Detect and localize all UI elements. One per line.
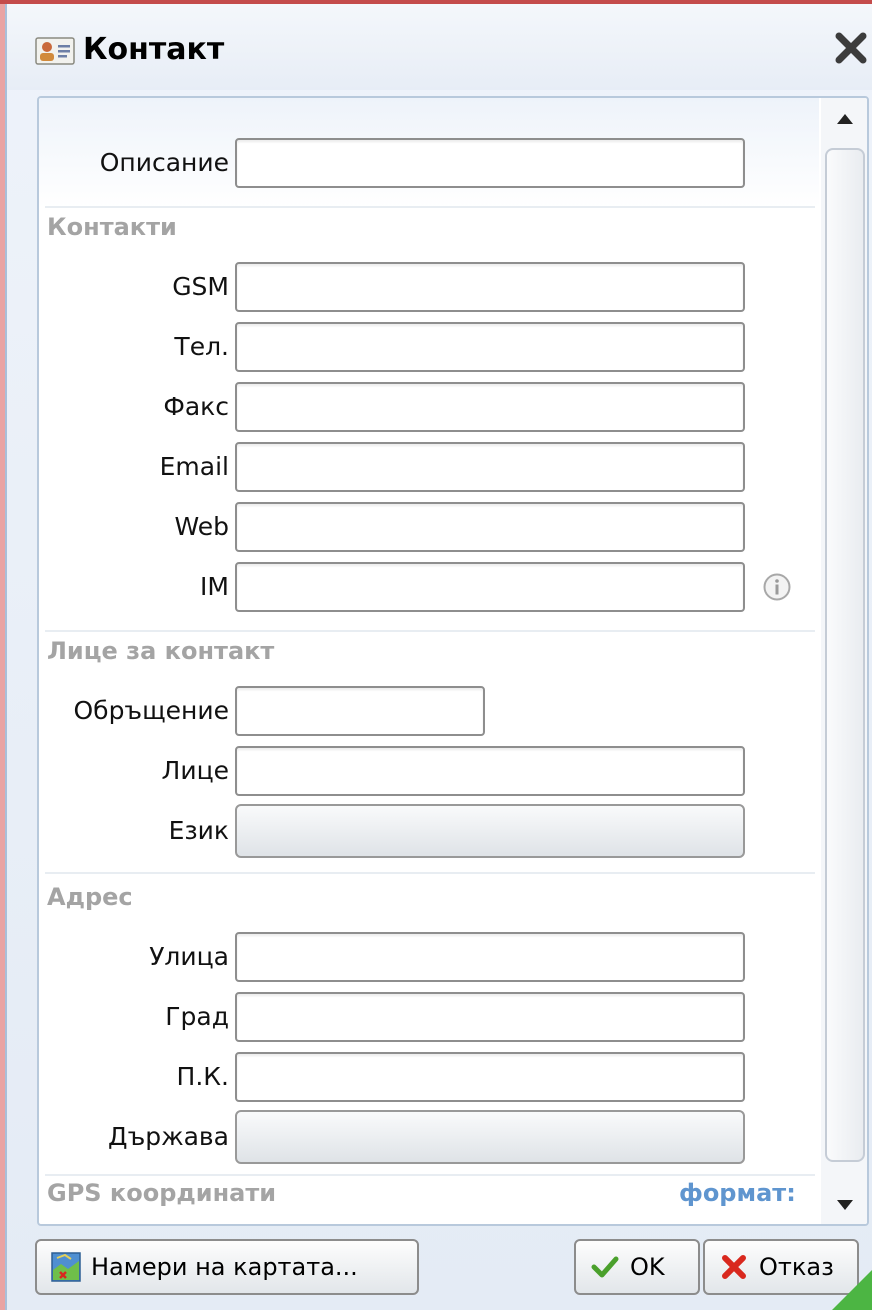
person-input[interactable] [235,746,745,796]
language-select[interactable] [235,804,745,858]
address-section-title: Адрес [47,883,133,911]
gps-section-title: GPS координати [47,1179,277,1207]
contacts-section-title: Контакти [47,213,177,241]
web-label: Web [174,512,229,541]
salutation-label: Обръщение [73,696,229,725]
resize-corner[interactable] [832,1270,872,1310]
city-input[interactable] [235,992,745,1042]
gsm-label: GSM [172,272,229,301]
map-icon [51,1252,81,1282]
description-label: Описание [99,148,229,177]
section-divider [45,206,815,208]
language-label: Език [168,816,229,845]
description-input[interactable] [235,138,745,188]
im-label: IM [200,572,229,601]
close-icon[interactable] [833,30,869,66]
contact-person-section-title: Лице за контакт [47,637,275,665]
gsm-input[interactable] [235,262,745,312]
cancel-label: Отказ [759,1253,834,1281]
country-select[interactable] [235,1110,745,1164]
salutation-input[interactable] [235,686,485,736]
scrollbar-thumb[interactable] [825,148,865,1162]
find-on-map-button[interactable]: Намери на картата... [35,1239,419,1295]
dialog-title: Контакт [83,32,225,67]
country-label: Държава [108,1122,229,1151]
dialog-titlebar[interactable]: Контакт [7,4,872,90]
postcode-label: П.К. [176,1062,229,1091]
street-input[interactable] [235,932,745,982]
ok-label: OK [630,1253,665,1281]
vertical-scrollbar[interactable] [821,98,869,1226]
checkmark-icon [591,1256,619,1278]
contact-card-icon [35,37,75,65]
section-divider [45,630,815,632]
city-label: Град [165,1002,229,1031]
ok-button[interactable]: OK [574,1239,700,1295]
scroll-down-arrow-icon[interactable] [821,1186,869,1226]
phone-label: Тел. [174,332,229,361]
postcode-input[interactable] [235,1052,745,1102]
email-input[interactable] [235,442,745,492]
person-label: Лице [161,756,229,785]
fax-label: Факс [163,392,229,421]
phone-input[interactable] [235,322,745,372]
im-input[interactable] [235,562,745,612]
red-x-icon [722,1255,746,1279]
street-label: Улица [149,942,229,971]
email-label: Email [159,452,229,481]
scroll-up-arrow-icon[interactable] [821,98,869,138]
section-divider [45,872,815,874]
find-on-map-label: Намери на картата... [91,1253,358,1281]
info-icon[interactable] [762,572,792,602]
web-input[interactable] [235,502,745,552]
fax-input[interactable] [235,382,745,432]
form-panel: Описание Контакти GSM Тел. Факс Email We… [37,96,869,1226]
gps-format-link[interactable]: формат: [679,1176,796,1210]
contact-dialog: Контакт Описание Контакти GSM Тел. Факс … [5,4,872,1310]
